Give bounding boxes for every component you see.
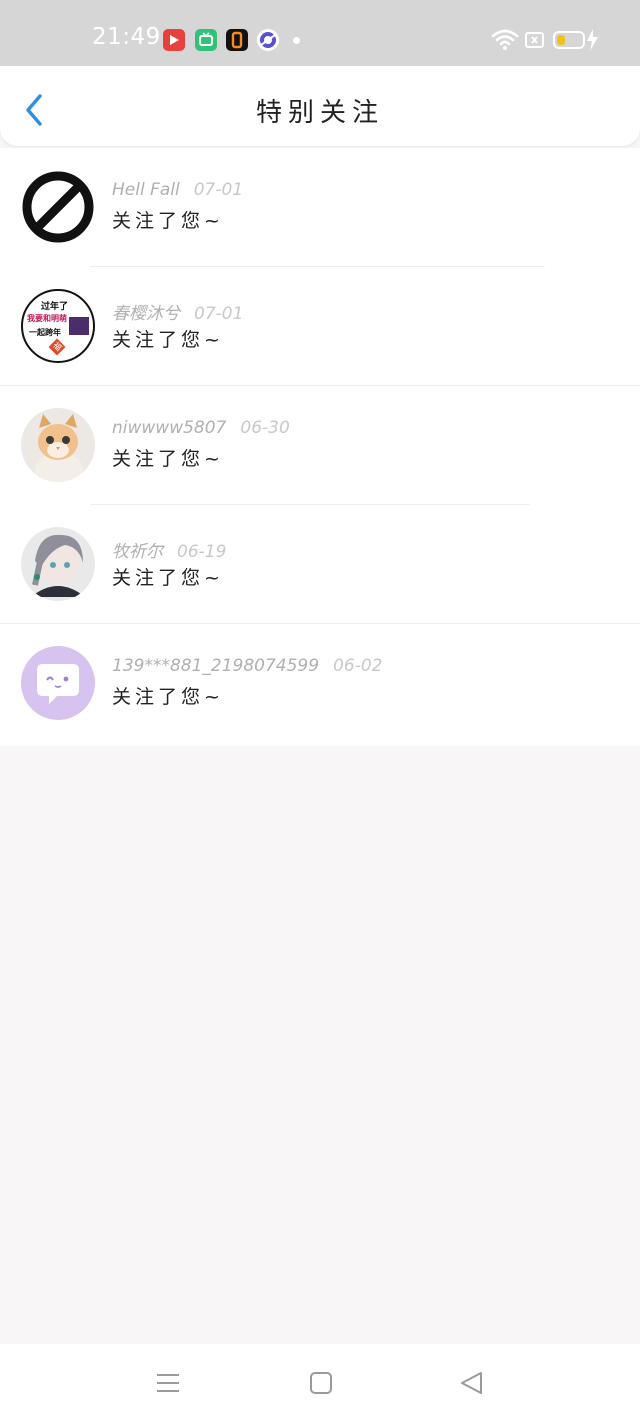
notification-dot [293,37,300,44]
username: 139***881_2198074599 [112,656,320,676]
system-nav-bar [0,1344,640,1422]
avatar[interactable] [21,408,95,482]
username: 牧祈尔 [112,542,163,562]
sim-icon [524,26,546,54]
zero-app-icon [226,29,248,51]
back-triangle-icon[interactable] [459,1370,485,1400]
status-time: 21:49 [92,24,161,50]
follow-date: 07-01 [194,304,244,324]
message-text: 关注了您~ [112,329,224,351]
username: niwwww5807 [112,418,227,438]
list-item[interactable]: 牧祈尔 06-19 关注了您~ [0,505,640,624]
list-item[interactable]: 过年了 我要和明萌 一起跨年 福 春樱沐兮 07-01 关注了您~ [0,267,640,386]
message-text: 关注了您~ [112,448,224,470]
tv-app-icon [195,29,217,51]
follow-date: 07-01 [193,180,244,200]
avatar-stamp: 福 [48,338,66,356]
home-square-icon[interactable] [308,1370,334,1400]
menu-icon[interactable] [155,1370,181,1400]
avatar-photo [69,317,89,335]
avatar[interactable] [21,527,95,601]
top-bar: 特别关注 [0,66,640,146]
message-text: 关注了您~ [112,686,224,708]
avatar[interactable] [21,170,95,244]
message-text: 关注了您~ [112,567,224,589]
follow-date: 06-02 [333,656,383,676]
follow-list: Hell Fall 07-01 关注了您~ 过年了 我要和明萌 一起跨年 福 春樱… [0,148,640,746]
list-item[interactable]: 139***881_2198074599 06-02 关注了您~ [0,624,640,743]
battery-icon [553,26,601,54]
list-item[interactable]: Hell Fall 07-01 关注了您~ [0,148,640,267]
username: 春樱沐兮 [112,304,180,324]
username-line: 牧祈尔 06-19 [112,537,226,562]
wifi-icon [491,26,519,54]
username-line: 139***881_2198074599 06-02 [112,656,382,676]
username: Hell Fall [112,180,180,200]
username-line: Hell Fall 07-01 [112,180,243,200]
follow-date: 06-19 [177,542,227,562]
avatar[interactable]: 过年了 我要和明萌 一起跨年 福 [21,289,95,363]
follow-date: 06-30 [240,418,290,438]
browser-app-icon [257,29,279,51]
page-title: 特别关注 [255,98,384,128]
avatar-caption-1: 过年了 [41,302,69,312]
status-bar: 21:49 [0,0,640,66]
username-line: niwwww5807 06-30 [112,418,290,438]
message-text: 关注了您~ [112,210,224,232]
username-line: 春樱沐兮 07-01 [112,299,243,324]
avatar-caption-2: 我要和明萌 [27,314,67,323]
video-app-icon [163,29,185,51]
avatar-caption-3: 一起跨年 [29,328,61,337]
avatar[interactable] [21,646,95,720]
list-item[interactable]: niwwww5807 06-30 关注了您~ [0,386,640,505]
